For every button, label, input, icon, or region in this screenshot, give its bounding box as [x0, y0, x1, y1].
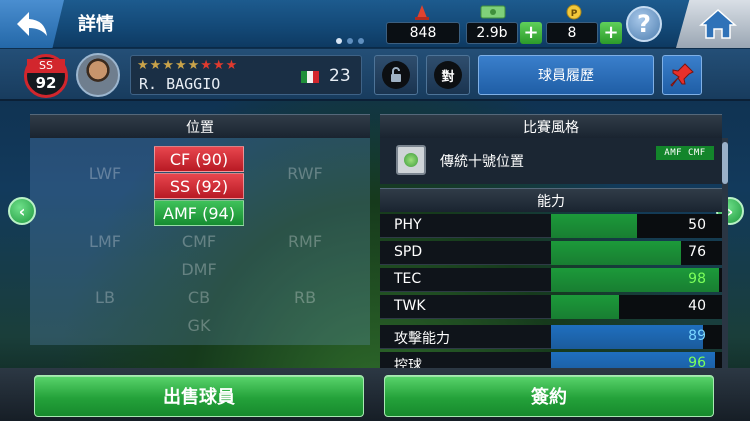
pos-rb: RB: [293, 287, 317, 307]
cash-icon: [480, 5, 506, 19]
page-indicator: [336, 38, 364, 44]
ability-value: 98: [688, 271, 706, 287]
position-label: SS: [27, 59, 65, 73]
sign-contract-button[interactable]: 簽約: [384, 375, 714, 417]
ability-value: 40: [688, 298, 706, 314]
pin-button[interactable]: [662, 55, 702, 95]
ability-label: PHY: [394, 217, 422, 233]
ability-row: 控球 96: [380, 352, 722, 368]
cone-count: 848: [386, 22, 460, 44]
player-name: R. BAGGIO: [139, 75, 221, 93]
ability-bar: [551, 241, 681, 265]
pushpin-icon: [670, 63, 694, 87]
ability-row: PHY 50: [380, 214, 722, 238]
player-history-button[interactable]: 球員履歷: [478, 55, 654, 95]
ability-row: 攻擊能力 89: [380, 325, 722, 349]
playstyle-icon: [396, 145, 426, 175]
pos-gk: GK: [187, 315, 211, 335]
help-icon: ?: [637, 10, 651, 38]
ability-value: 50: [688, 217, 706, 233]
pos-lmf: LMF: [89, 231, 121, 251]
pos-rmf: RMF: [287, 231, 323, 251]
position-rating-badge: SS 92: [24, 54, 68, 98]
ability-bar: [551, 295, 620, 319]
pos-lwf: LWF: [88, 163, 122, 183]
pos-cf-highlight: CF (90): [154, 146, 244, 172]
ability-bar: [551, 214, 637, 238]
position-header: 位置: [30, 114, 370, 138]
pos-dmf: DMF: [181, 259, 217, 279]
top-bar: 詳情 848 2.9b + P 8 + ?: [0, 0, 750, 48]
player-name-box: ★★★★★★★★ R. BAGGIO 23: [130, 55, 362, 95]
ability-label: 控球: [394, 358, 422, 368]
pos-rwf: RWF: [287, 163, 323, 183]
ability-bar: [551, 325, 704, 349]
page-title: 詳情: [78, 14, 114, 35]
scrollbar-thumb[interactable]: [722, 142, 728, 184]
add-coin-button[interactable]: +: [600, 22, 622, 44]
playstyle-header: 比賽風格: [380, 114, 722, 138]
help-button[interactable]: ?: [626, 6, 662, 42]
ability-value: 96: [688, 355, 706, 368]
compare-button[interactable]: 對: [426, 55, 470, 95]
player-info-bar: SS 92 ★★★★★★★★ R. BAGGIO 23 對 球員履歷: [0, 49, 750, 101]
sell-player-button[interactable]: 出售球員: [34, 375, 364, 417]
pos-cmf: CMF: [181, 231, 217, 251]
pos-lb: LB: [95, 287, 115, 307]
playstyle-positions: AMF CMF: [656, 146, 714, 160]
ability-header: 能力: [380, 188, 722, 212]
pos-amf-highlight: AMF (94): [154, 200, 244, 226]
pos-cb: CB: [187, 287, 211, 307]
gp-coin-icon: P: [566, 4, 582, 20]
ability-label: TWK: [394, 298, 426, 314]
cash-count: 2.9b: [466, 22, 518, 44]
nationality-flag-icon: [301, 71, 319, 83]
add-cash-button[interactable]: +: [520, 22, 542, 44]
ability-label: SPD: [394, 244, 423, 260]
ability-row: TEC 98: [380, 268, 722, 292]
chevron-left-icon: ‹: [18, 201, 26, 221]
ability-label: TEC: [394, 271, 422, 287]
back-arrow-icon: [17, 12, 47, 36]
home-icon: [699, 8, 737, 39]
lock-button[interactable]: [374, 55, 418, 95]
overall-rating: 92: [35, 74, 57, 92]
coin-count: 8: [546, 22, 598, 44]
previous-player-button[interactable]: ‹: [8, 197, 36, 225]
svg-text:P: P: [571, 9, 578, 19]
back-button[interactable]: [0, 0, 64, 48]
cone-icon: [415, 5, 429, 20]
ability-value: 89: [688, 328, 706, 344]
playstyle-name: 傳統十號位置: [440, 154, 524, 170]
ability-row: SPD 76: [380, 241, 722, 265]
player-age: 23: [329, 66, 351, 86]
star-rating: ★★★★★★★★: [137, 58, 239, 73]
position-panel: LWF RWF CF (90) SS (92) AMF (94) LMF CMF…: [30, 138, 370, 345]
pos-ss-highlight: SS (92): [154, 173, 244, 199]
ability-label: 攻擊能力: [394, 331, 450, 347]
ability-value: 76: [688, 244, 706, 260]
ability-list[interactable]: PHY 50 SPD 76 TEC 98 TWK 40 攻擊能力 89 控球 9…: [380, 212, 722, 368]
home-button[interactable]: [676, 0, 750, 48]
playstyle-row[interactable]: 傳統十號位置 AMF CMF: [380, 138, 722, 184]
ability-row: TWK 40: [380, 295, 722, 319]
compare-label: 對: [434, 61, 462, 89]
unlock-icon: [391, 67, 401, 82]
player-avatar: [76, 53, 120, 97]
